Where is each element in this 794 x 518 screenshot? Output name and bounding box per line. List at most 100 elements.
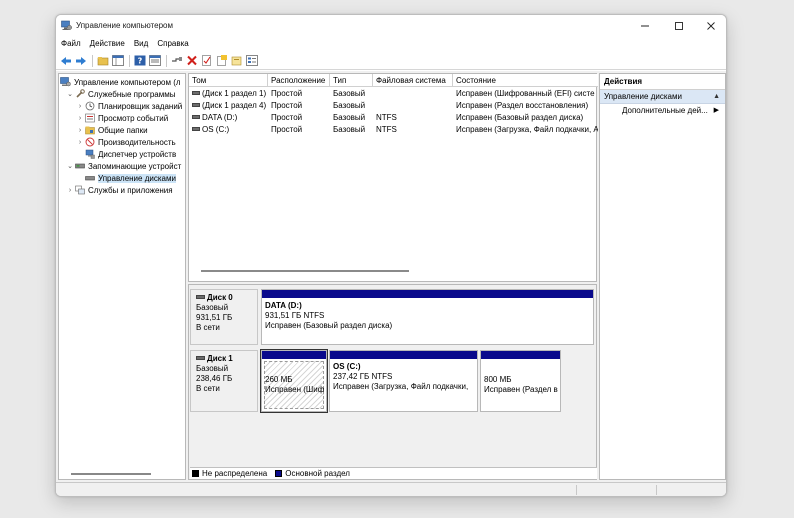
legend-label-primary: Основной раздел	[285, 469, 350, 478]
up-folder-button[interactable]	[96, 54, 109, 67]
check-button[interactable]	[200, 54, 213, 67]
open-icon	[231, 56, 241, 66]
column-header-filesystem[interactable]: Файловая система	[373, 74, 453, 87]
open-button[interactable]	[230, 54, 243, 67]
disk-icon	[196, 355, 205, 360]
title-bar: Управление компьютером	[56, 15, 726, 37]
actions-section-disk-management[interactable]: Управление дисками ▲	[600, 90, 725, 104]
disk-icon	[196, 294, 205, 299]
forward-arrow-icon	[75, 56, 86, 65]
legend-swatch-unallocated	[192, 470, 199, 477]
menu-action[interactable]: Действие	[90, 37, 125, 51]
computer-management-window: Управление компьютером Файл Действие Вид…	[55, 14, 727, 497]
list-view-icon	[245, 55, 258, 66]
tree-horizontal-scrollbar[interactable]	[71, 473, 151, 475]
disk-1-label[interactable]: Диск 1 Базовый 238,46 ГБ В сети	[190, 350, 258, 412]
partition-recovery[interactable]: 800 МБ Исправен (Раздел в	[480, 350, 561, 412]
menu-view[interactable]: Вид	[134, 37, 148, 51]
partition-os-c[interactable]: OS (C:) 237,42 ГБ NTFS Исправен (Загрузк…	[329, 350, 478, 412]
forward-button[interactable]	[74, 54, 87, 67]
tree-item-label: Производительность	[98, 137, 176, 147]
disk-layout-view: Диск 0 Базовый 931,51 ГБ В сети DATA (D:…	[188, 284, 597, 480]
action-more-actions[interactable]: Дополнительные дей... ▶	[600, 104, 725, 118]
tree-item-storage[interactable]: ⌄ Запоминающие устройст	[66, 160, 181, 172]
expand-icon[interactable]: ›	[76, 115, 84, 122]
partition-name: OS (C:)	[333, 362, 361, 371]
tree-item-disk-management[interactable]: Управление дисками	[84, 172, 176, 184]
table-cell-layout: Простой	[271, 125, 303, 134]
minimize-button[interactable]	[628, 15, 662, 37]
new-button[interactable]	[215, 54, 228, 67]
tree-item-label: Диспетчер устройств	[98, 149, 177, 159]
action-label: Дополнительные дей...	[622, 106, 708, 115]
table-cell-layout: Простой	[271, 113, 303, 122]
status-bar-divider	[576, 485, 577, 495]
table-cell-filesystem	[373, 100, 453, 112]
table-cell-status: Исправен (Шифрованный (EFI) систе	[456, 89, 595, 98]
actions-header: Действия	[600, 74, 725, 90]
shared-folder-icon	[84, 125, 95, 135]
table-cell-volume[interactable]: OS (C:)	[189, 124, 268, 136]
partition-info: 260 МБ Исправен (Шиф	[265, 375, 324, 395]
table-cell-volume[interactable]: DATA (D:)	[189, 112, 268, 124]
column-header-volume[interactable]: Том	[189, 74, 268, 87]
primary-partition-bar	[262, 290, 593, 298]
table-cell-status: Исправен (Базовый раздел диска)	[456, 113, 584, 122]
back-button[interactable]	[59, 54, 72, 67]
menu-help[interactable]: Справка	[157, 37, 188, 51]
tree-item-services-applications[interactable]: › Службы и приложения	[66, 184, 173, 196]
center-pane: Том Расположение Тип Файловая система Со…	[188, 73, 598, 480]
column-header-type[interactable]: Тип	[330, 74, 373, 87]
volume-list-horizontal-scrollbar[interactable]	[201, 270, 409, 272]
table-cell-filesystem: NTFS	[376, 125, 397, 134]
properties-icon	[148, 55, 161, 66]
menu-bar: Файл Действие Вид Справка	[56, 37, 726, 51]
properties-button[interactable]	[148, 54, 161, 67]
help-button[interactable]: ?	[133, 54, 146, 67]
table-cell-volume[interactable]: (Диск 1 раздел 4)	[189, 100, 268, 112]
column-header-status[interactable]: Состояние	[453, 74, 598, 87]
partition-efi[interactable]: 260 МБ Исправен (Шиф	[260, 349, 328, 413]
expand-icon[interactable]: ›	[66, 187, 74, 194]
partition-info: 800 МБ Исправен (Раздел в	[484, 375, 558, 395]
partition-status: Исправен (Базовый раздел диска)	[265, 321, 393, 330]
list-view-button[interactable]	[245, 54, 258, 67]
collapse-icon[interactable]: ⌄	[66, 162, 74, 170]
tree-item-shared-folders[interactable]: › Общие папки	[76, 124, 148, 136]
tree-item-computer-management[interactable]: Управление компьютером (л	[60, 76, 181, 88]
legend-swatch-primary	[275, 470, 283, 477]
partition-data-d[interactable]: DATA (D:) 931,51 ГБ NTFS Исправен (Базов…	[261, 289, 594, 345]
tree-item-system-tools[interactable]: ⌄ Служебные программы	[66, 88, 175, 100]
expand-icon[interactable]: ›	[76, 103, 84, 110]
expand-icon[interactable]: ›	[76, 139, 84, 146]
computer-management-icon	[61, 20, 72, 30]
disk-0-label[interactable]: Диск 0 Базовый 931,51 ГБ В сети	[190, 289, 258, 345]
delete-button[interactable]	[185, 54, 198, 67]
close-button[interactable]	[694, 15, 726, 37]
check-icon	[201, 55, 211, 66]
maximize-button[interactable]	[662, 15, 696, 37]
tree-item-task-scheduler[interactable]: › Планировщик заданий	[76, 100, 182, 112]
volume-icon	[192, 102, 200, 107]
volume-icon	[192, 114, 200, 119]
connect-button[interactable]	[170, 54, 183, 67]
performance-icon	[84, 137, 95, 147]
column-header-layout[interactable]: Расположение	[268, 74, 330, 87]
clock-icon	[84, 101, 95, 111]
menu-file[interactable]: Файл	[61, 37, 81, 51]
tree-item-label: Общие папки	[98, 125, 148, 135]
collapse-icon[interactable]: ⌄	[66, 90, 74, 98]
table-cell-type: Базовый	[333, 113, 366, 122]
table-cell-volume[interactable]: (Диск 1 раздел 1)	[189, 88, 268, 100]
partition-info: OS (C:) 237,42 ГБ NTFS Исправен (Загрузк…	[333, 362, 475, 392]
collapse-triangle-icon[interactable]: ▲	[713, 90, 720, 104]
tree-item-device-manager[interactable]: Диспетчер устройств	[84, 148, 176, 160]
navigation-tree: Управление компьютером (л ⌄ Служебные пр…	[58, 73, 186, 480]
expand-icon[interactable]: ›	[76, 127, 84, 134]
toolbar: ?	[56, 52, 726, 70]
tree-item-event-viewer[interactable]: › Просмотр событий	[76, 112, 168, 124]
toolbar-separator	[92, 54, 93, 67]
tree-item-performance[interactable]: › Производительность	[76, 136, 176, 148]
table-cell-filesystem: NTFS	[376, 113, 397, 122]
show-hide-tree-button[interactable]	[111, 54, 124, 67]
